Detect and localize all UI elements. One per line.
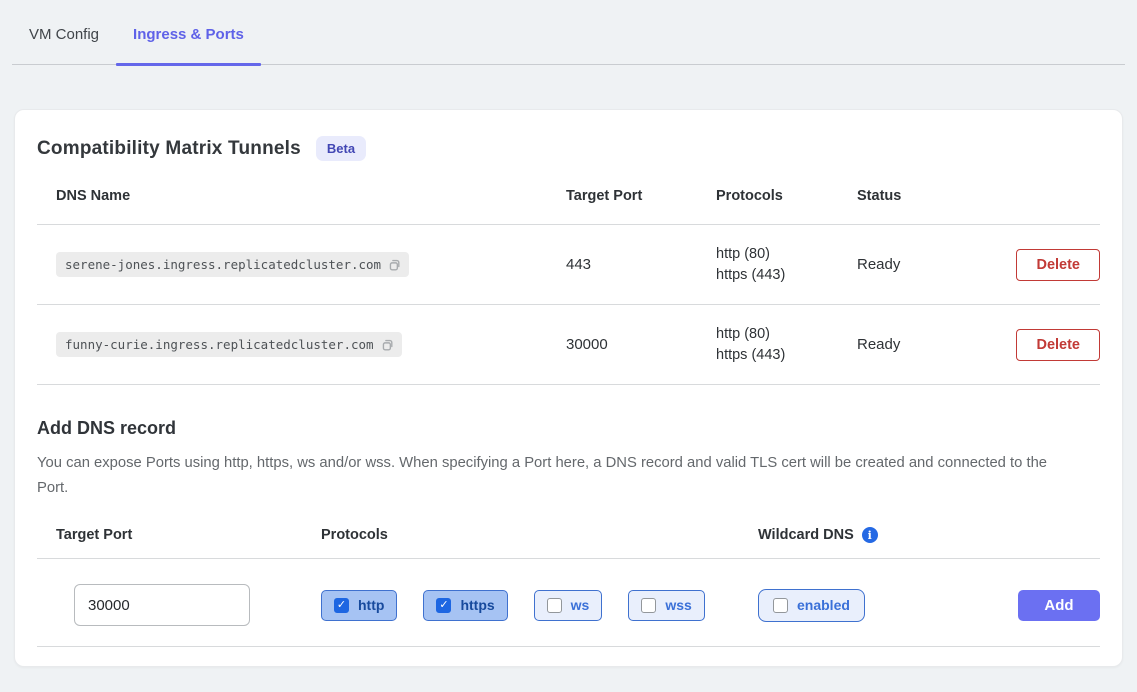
- dns-name-pill: serene-jones.ingress.replicatedcluster.c…: [56, 252, 409, 277]
- tunnels-table-header: DNS Name Target Port Protocols Status: [37, 188, 1100, 225]
- add-button[interactable]: Add: [1018, 590, 1100, 621]
- col-header-actions: [967, 188, 1100, 204]
- tab-ingress-ports[interactable]: Ingress & Ports: [116, 0, 261, 64]
- delete-button[interactable]: Delete: [1016, 329, 1100, 361]
- checkbox-icon: [641, 598, 656, 613]
- status-value: Ready: [857, 256, 967, 273]
- wildcard-dns-enabled-checkbox[interactable]: enabled: [758, 589, 865, 622]
- protocol-checkbox-http[interactable]: http: [321, 590, 397, 621]
- dns-name-text: funny-curie.ingress.replicatedcluster.co…: [65, 337, 374, 352]
- table-row: funny-curie.ingress.replicatedcluster.co…: [37, 305, 1100, 385]
- chip-label: https: [460, 597, 494, 613]
- protocol-checkbox-https[interactable]: https: [423, 590, 507, 621]
- checkbox-icon: [334, 598, 349, 613]
- col-header-dns-name: DNS Name: [37, 188, 566, 204]
- add-form-header: Target Port Protocols Wildcard DNS i: [37, 527, 1100, 559]
- panel-title: Compatibility Matrix Tunnels: [37, 138, 301, 160]
- chip-label: wss: [665, 597, 691, 613]
- copy-icon[interactable]: [388, 258, 401, 271]
- col-header-protocols: Protocols: [716, 188, 857, 204]
- protocol-chips: http https ws wss: [321, 590, 758, 621]
- protocol-checkbox-wss[interactable]: wss: [628, 590, 704, 621]
- protocols-value: http (80) https (443): [716, 244, 857, 286]
- table-row: serene-jones.ingress.replicatedcluster.c…: [37, 225, 1100, 305]
- delete-button[interactable]: Delete: [1016, 249, 1100, 281]
- beta-badge: Beta: [316, 136, 366, 161]
- compatibility-matrix-tunnels-panel: Compatibility Matrix Tunnels Beta DNS Na…: [14, 109, 1123, 667]
- tab-vm-config[interactable]: VM Config: [12, 0, 116, 64]
- col-header-status: Status: [857, 188, 967, 204]
- tab-bar: VM Config Ingress & Ports: [12, 0, 1125, 65]
- target-port-value: 30000: [566, 336, 716, 353]
- add-dns-record-description: You can expose Ports using http, https, …: [37, 451, 1049, 501]
- panel-header: Compatibility Matrix Tunnels Beta: [37, 136, 1100, 161]
- dns-name-pill: funny-curie.ingress.replicatedcluster.co…: [56, 332, 402, 357]
- checkbox-icon: [436, 598, 451, 613]
- target-port-input[interactable]: [74, 584, 250, 626]
- protocols-value: http (80) https (443): [716, 324, 857, 366]
- form-header-target-port: Target Port: [37, 527, 321, 543]
- checkbox-icon: [547, 598, 562, 613]
- checkbox-icon: [773, 598, 788, 613]
- protocol-checkbox-ws[interactable]: ws: [534, 590, 603, 621]
- status-value: Ready: [857, 336, 967, 353]
- chip-label: http: [358, 597, 384, 613]
- dns-name-text: serene-jones.ingress.replicatedcluster.c…: [65, 257, 381, 272]
- chip-label: enabled: [797, 597, 850, 613]
- form-header-protocols: Protocols: [321, 527, 758, 543]
- add-dns-record-title: Add DNS record: [37, 418, 1100, 439]
- info-icon[interactable]: i: [862, 527, 878, 543]
- chip-label: ws: [571, 597, 590, 613]
- add-form-row: http https ws wss enabled: [37, 559, 1100, 647]
- target-port-value: 443: [566, 256, 716, 273]
- copy-icon[interactable]: [381, 338, 394, 351]
- form-header-wildcard-dns: Wildcard DNS: [758, 527, 854, 543]
- col-header-target-port: Target Port: [566, 188, 716, 204]
